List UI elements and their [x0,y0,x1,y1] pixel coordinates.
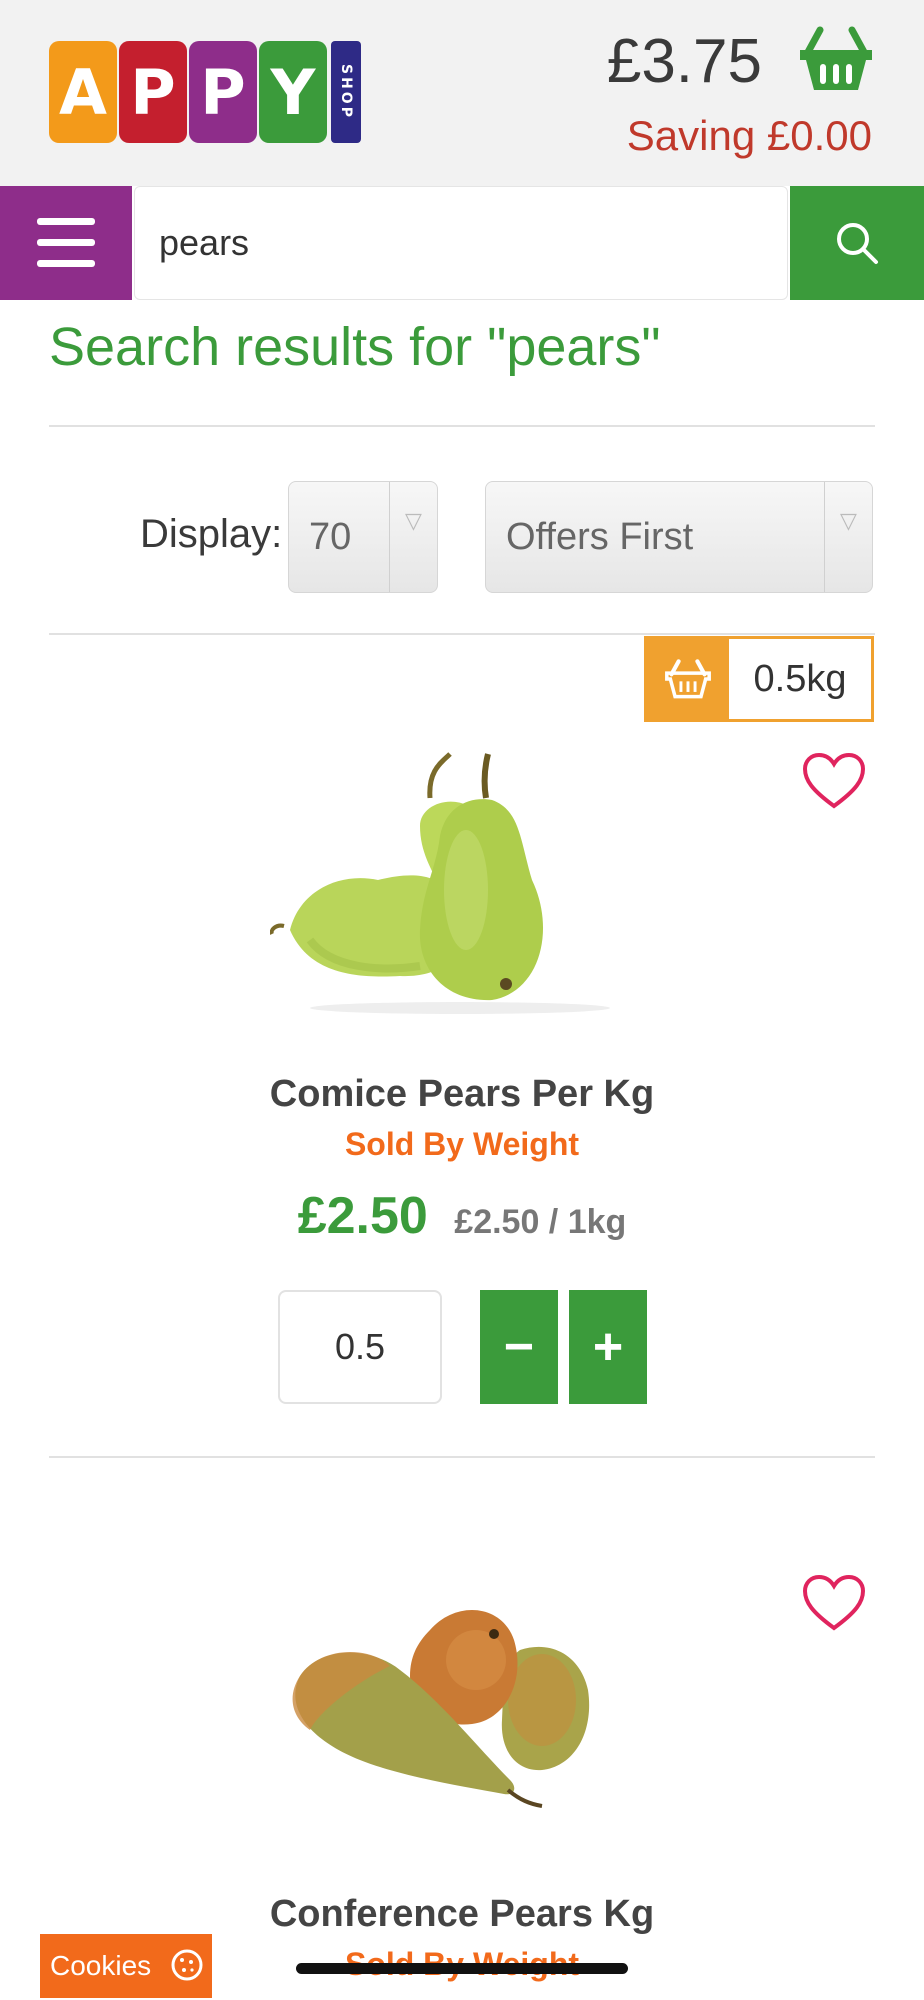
divider [49,633,875,635]
heart-icon[interactable] [802,1574,866,1632]
heart-icon[interactable] [802,752,866,810]
chevron-down-icon: ▽ [389,482,437,592]
divider [49,1456,875,1458]
sort-value: Offers First [506,515,694,558]
divider [49,425,875,427]
conference-pears-image[interactable] [280,1590,640,1820]
sort-select[interactable]: Offers First ▽ [485,481,873,593]
display-count-select[interactable]: 70 ▽ [288,481,438,593]
page-title: Search results for "pears" [49,317,661,377]
basket-icon [647,639,729,719]
decrease-quantity-button[interactable]: − [480,1290,558,1404]
comice-pears-image[interactable] [270,740,650,1020]
product-price: £2.50 [297,1187,428,1245]
product-name[interactable]: Comice Pears Per Kg [0,1073,924,1116]
search-bar [0,186,924,300]
sold-by-label: Sold By Weight [344,1126,580,1162]
cookies-label: Cookies [50,1950,152,1981]
display-label: Display: [140,512,283,556]
cart-total[interactable]: £3.75 [607,26,762,97]
hamburger-icon [37,218,95,267]
increase-quantity-button[interactable]: + [569,1290,647,1404]
unit-price: £2.50 / 1kg [454,1203,627,1241]
logo-letter-p1: P [119,41,187,143]
basket-icon[interactable] [798,26,874,94]
search-button[interactable] [790,186,924,300]
quantity-input[interactable] [278,1290,442,1404]
chevron-down-icon: ▽ [824,482,872,592]
product-name[interactable]: Conference Pears Kg [0,1893,924,1936]
app-header: A P P Y SHOP £3.75 Saving £0.00 [0,0,924,186]
search-icon [837,223,878,264]
cookie-icon [171,1949,203,1981]
saving-amount: Saving £0.00 [626,112,872,159]
in-basket-badge[interactable]: 0.5kg [644,636,874,722]
logo-letter-a: A [49,41,117,143]
in-basket-quantity: 0.5kg [753,657,847,700]
display-count-value: 70 [309,515,352,558]
logo-letter-y: Y [259,41,327,143]
price-row: £2.50 £2.50 / 1kg [0,1186,924,1246]
cookies-button[interactable]: Cookies [40,1934,212,1998]
menu-button[interactable] [0,186,132,300]
logo-shop-text: SHOP [331,41,361,143]
logo-letter-p2: P [189,41,257,143]
search-input[interactable] [134,186,788,300]
home-indicator [296,1963,628,1974]
appy-shop-logo[interactable]: A P P Y SHOP [49,41,361,143]
